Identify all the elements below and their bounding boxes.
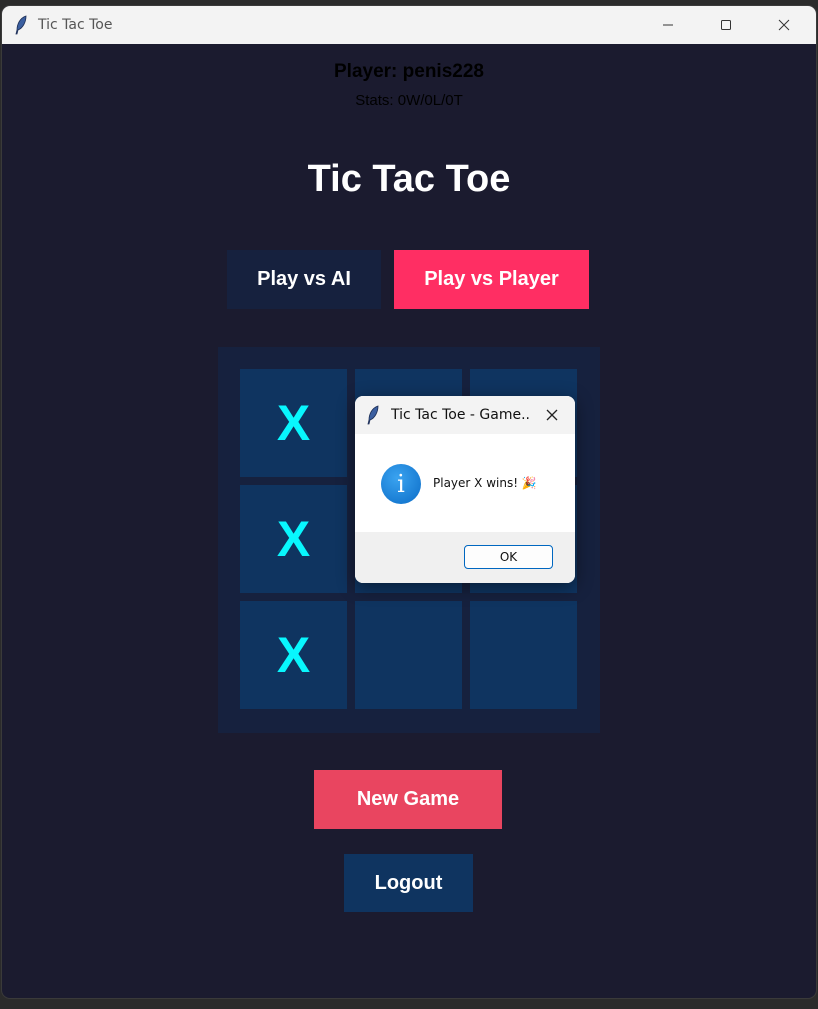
minimize-button[interactable] [639, 6, 697, 44]
dialog-footer: OK [355, 532, 575, 583]
close-icon [546, 409, 558, 421]
close-icon [778, 19, 790, 31]
feather-icon [367, 405, 379, 425]
dialog-message: Player X wins! 🎉 [433, 476, 537, 490]
board-cell-8[interactable] [470, 601, 577, 709]
board-cell-3[interactable]: X [240, 485, 347, 593]
dialog-titlebar[interactable]: Tic Tac Toe - Game... [355, 396, 575, 434]
app-window: Tic Tac Toe Player: penis228 Stats: 0W/0… [2, 6, 816, 998]
new-game-button[interactable]: New Game [314, 770, 502, 829]
maximize-icon [721, 20, 731, 30]
dialog-close-button[interactable] [541, 404, 563, 426]
feather-icon [15, 15, 27, 35]
play-vs-player-button[interactable]: Play vs Player [394, 250, 589, 309]
info-icon: i [381, 464, 421, 504]
dialog-body: i Player X wins! 🎉 [355, 434, 575, 532]
page-title: Tic Tac Toe [307, 158, 511, 200]
maximize-button[interactable] [697, 6, 755, 44]
window-title: Tic Tac Toe [38, 17, 113, 33]
dialog-title: Tic Tac Toe - Game... [391, 407, 531, 423]
board-cell-7[interactable] [355, 601, 462, 709]
logout-button[interactable]: Logout [344, 854, 473, 912]
minimize-icon [663, 24, 673, 26]
game-over-dialog: Tic Tac Toe - Game... i Player X wins! 🎉… [355, 396, 575, 583]
board-cell-0[interactable]: X [240, 369, 347, 477]
play-vs-ai-button[interactable]: Play vs AI [227, 250, 381, 309]
ok-button[interactable]: OK [464, 545, 553, 569]
player-name-label: Player: penis228 [334, 61, 484, 82]
window-titlebar[interactable]: Tic Tac Toe [2, 6, 816, 44]
stats-label: Stats: 0W/0L/0T [355, 92, 463, 109]
close-button[interactable] [755, 6, 813, 44]
board-cell-6[interactable]: X [240, 601, 347, 709]
